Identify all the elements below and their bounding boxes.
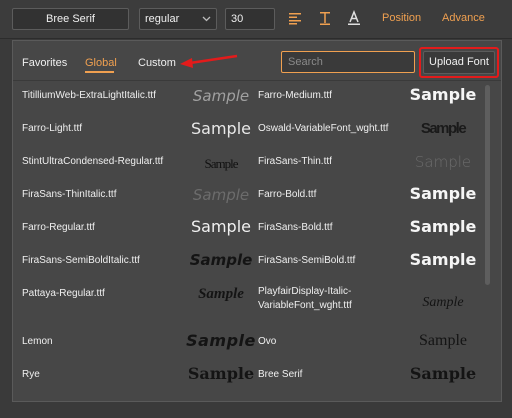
active-tab-indicator — [85, 71, 114, 73]
position-button[interactable]: Position — [382, 12, 421, 24]
font-sample[interactable]: Sample — [176, 331, 266, 351]
tab-global[interactable]: Global — [85, 57, 117, 69]
font-item-left[interactable]: FiraSans-SemiBoldItalic.ttf — [22, 254, 140, 268]
font-item-left[interactable]: TitilliumWeb-ExtraLightItalic.ttf — [22, 89, 156, 103]
align-left-icon[interactable] — [287, 10, 303, 26]
font-sample[interactable]: Sample — [176, 154, 266, 174]
font-sample[interactable]: Sample — [398, 119, 488, 139]
tab-favorites[interactable]: Favorites — [22, 57, 67, 69]
font-sample[interactable]: Sample — [176, 119, 266, 139]
font-row: Pattaya-Regular.ttf Sample PlayfairDispl… — [13, 279, 483, 327]
font-row: Rye Sample Bree Serif Sample — [13, 360, 483, 393]
font-item-left[interactable]: FiraSans-ThinItalic.ttf — [22, 188, 116, 202]
font-style-value: regular — [145, 13, 180, 25]
font-item-left[interactable]: StintUltraCondensed-Regular.ttf — [22, 155, 163, 169]
font-item-left[interactable]: Rye — [22, 368, 40, 382]
font-row: Lemon Sample Ovo Sample — [13, 327, 483, 360]
font-sample[interactable]: Sample — [398, 293, 488, 313]
font-item-right[interactable]: FiraSans-SemiBold.ttf — [258, 254, 355, 268]
font-sample[interactable]: Sample — [176, 284, 266, 304]
font-item-right[interactable]: FiraSans-Bold.ttf — [258, 221, 332, 235]
font-size-input[interactable]: 30 — [225, 8, 275, 30]
font-style-select[interactable]: regular — [139, 8, 217, 30]
font-item-left[interactable]: Pattaya-Regular.ttf — [22, 287, 105, 301]
font-row: StintUltraCondensed-Regular.ttf Sample F… — [13, 147, 483, 180]
font-item-right[interactable]: Oswald-VariableFont_wght.ttf — [258, 122, 388, 136]
font-row: FiraSans-ThinItalic.ttf Sample Farro-Bol… — [13, 180, 483, 213]
font-name-field[interactable]: Bree Serif — [12, 8, 129, 30]
font-item-right[interactable]: PlayfairDisplay-Italic-VariableFont_wght… — [258, 285, 378, 313]
font-row: FiraSans-SemiBoldItalic.ttf Sample FiraS… — [13, 246, 483, 279]
chevron-down-icon — [202, 16, 211, 22]
tab-custom[interactable]: Custom — [138, 57, 176, 69]
font-sample[interactable]: Sample — [398, 184, 488, 204]
font-item-right[interactable]: Bree Serif — [258, 368, 302, 382]
advance-button[interactable]: Advance — [442, 12, 485, 24]
font-sample[interactable]: Sample — [176, 217, 266, 237]
font-row: Farro-Light.ttf Sample Oswald-VariableFo… — [13, 114, 483, 147]
font-row: Farro-Regular.ttf Sample FiraSans-Bold.t… — [13, 213, 483, 246]
font-sample[interactable]: Sample — [398, 85, 488, 105]
font-sample[interactable]: Sample — [398, 331, 488, 351]
font-item-left[interactable]: Lemon — [22, 335, 53, 349]
font-item-right[interactable]: Farro-Bold.ttf — [258, 188, 316, 202]
font-sample[interactable]: Sample — [176, 86, 266, 106]
toolbar: Bree Serif regular 30 Position Advance — [0, 0, 512, 39]
font-sample[interactable]: Sample — [398, 250, 488, 270]
font-picker-panel: Favorites Global Custom Upload Font Titi… — [12, 40, 502, 402]
font-sample[interactable]: Sample — [398, 364, 488, 384]
text-height-icon[interactable] — [317, 10, 333, 26]
search-input[interactable] — [281, 51, 415, 73]
font-item-right[interactable]: FiraSans-Thin.ttf — [258, 155, 332, 169]
font-row: TitilliumWeb-ExtraLightItalic.ttf Sample… — [13, 81, 483, 114]
upload-font-button[interactable]: Upload Font — [423, 51, 495, 74]
font-sample[interactable]: Sample — [176, 185, 266, 205]
font-sample[interactable]: Sample — [398, 217, 488, 237]
font-item-right[interactable]: Ovo — [258, 335, 276, 349]
font-item-left[interactable]: Farro-Regular.ttf — [22, 221, 95, 235]
font-item-right[interactable]: Farro-Medium.ttf — [258, 89, 332, 103]
font-sample[interactable]: Sample — [398, 152, 488, 172]
text-color-icon[interactable] — [346, 10, 362, 26]
font-sample[interactable]: Sample — [176, 250, 266, 270]
font-item-left[interactable]: Farro-Light.ttf — [22, 122, 82, 136]
font-sample[interactable]: Sample — [176, 364, 266, 384]
